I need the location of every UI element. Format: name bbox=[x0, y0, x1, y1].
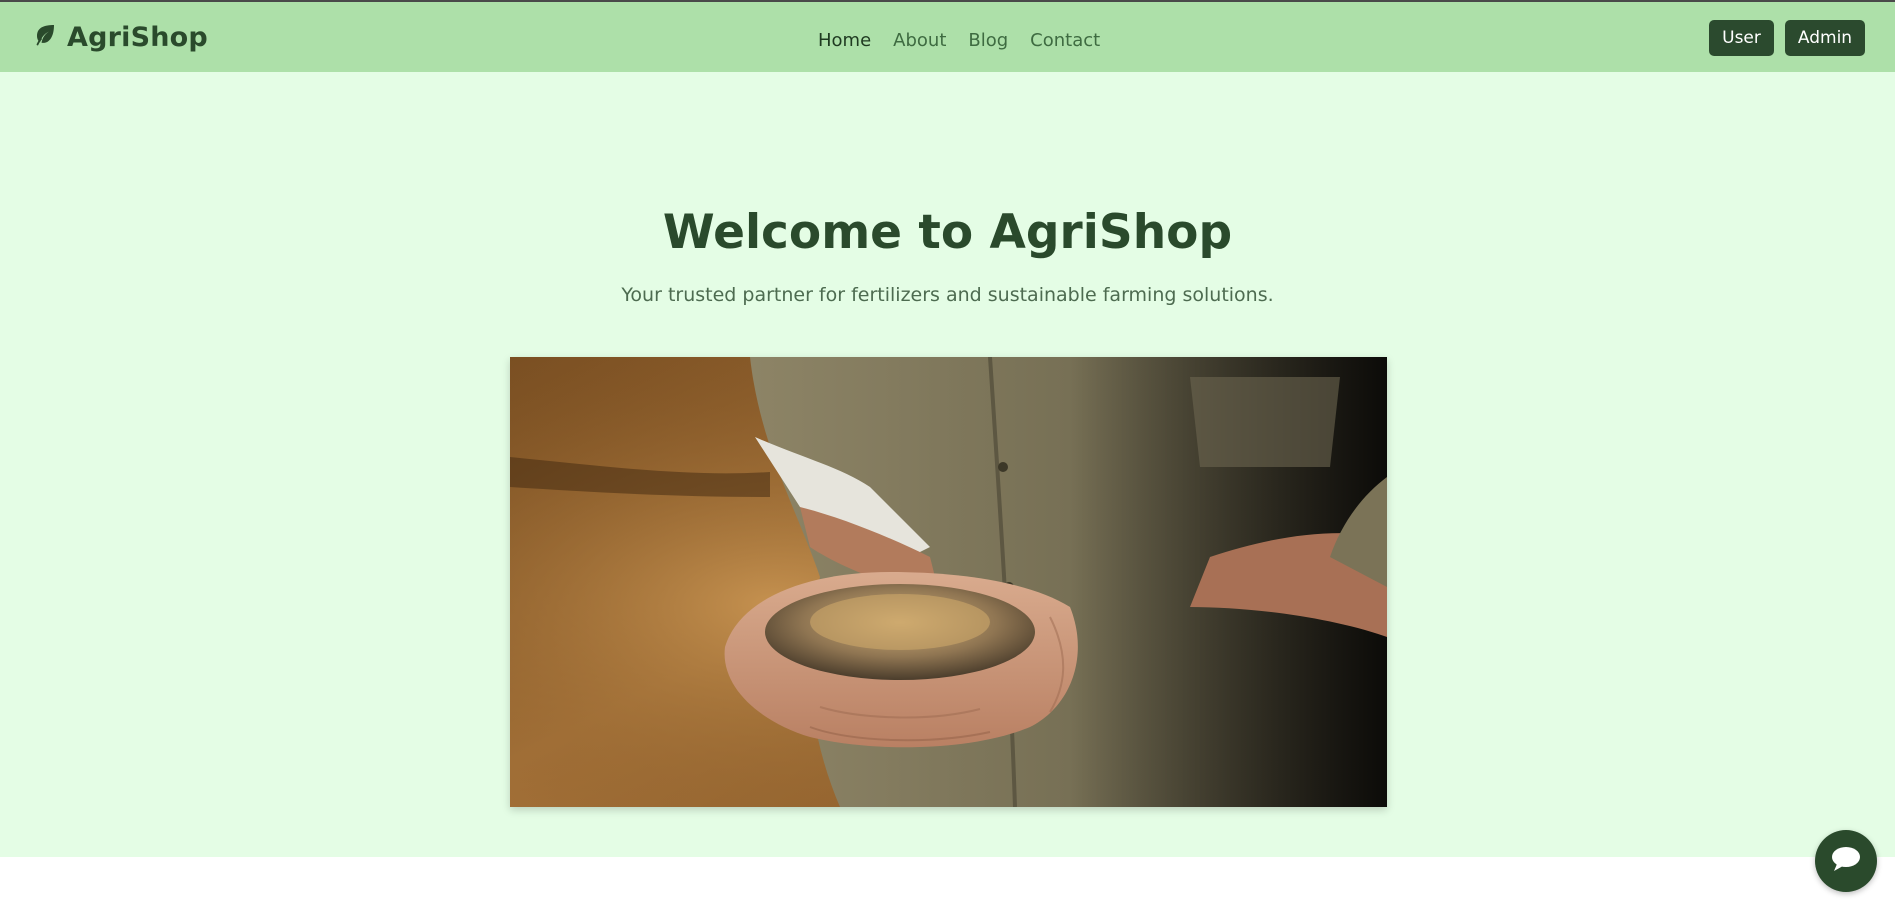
navbar: AgriShop Home About Blog Contact User Ad… bbox=[0, 2, 1895, 72]
admin-button[interactable]: Admin bbox=[1785, 20, 1865, 56]
nav-link-about[interactable]: About bbox=[882, 30, 957, 51]
hero-subtitle: Your trusted partner for fertilizers and… bbox=[621, 284, 1274, 306]
nav-link-home[interactable]: Home bbox=[818, 30, 882, 51]
brand-logo[interactable]: AgriShop bbox=[33, 19, 208, 55]
hero-image bbox=[510, 357, 1387, 807]
nav-link-blog[interactable]: Blog bbox=[957, 30, 1019, 51]
chat-button[interactable] bbox=[1815, 830, 1877, 892]
main-nav: Home About Blog Contact bbox=[818, 26, 1111, 54]
chat-bubble-icon bbox=[1830, 845, 1862, 877]
hero-title: Welcome to AgriShop bbox=[662, 205, 1233, 260]
nav-link-contact[interactable]: Contact bbox=[1019, 30, 1111, 51]
brand-name: AgriShop bbox=[67, 21, 208, 53]
hero-section: Welcome to AgriShop Your trusted partner… bbox=[0, 72, 1895, 857]
user-button[interactable]: User bbox=[1709, 20, 1774, 56]
leaf-icon bbox=[33, 23, 57, 51]
